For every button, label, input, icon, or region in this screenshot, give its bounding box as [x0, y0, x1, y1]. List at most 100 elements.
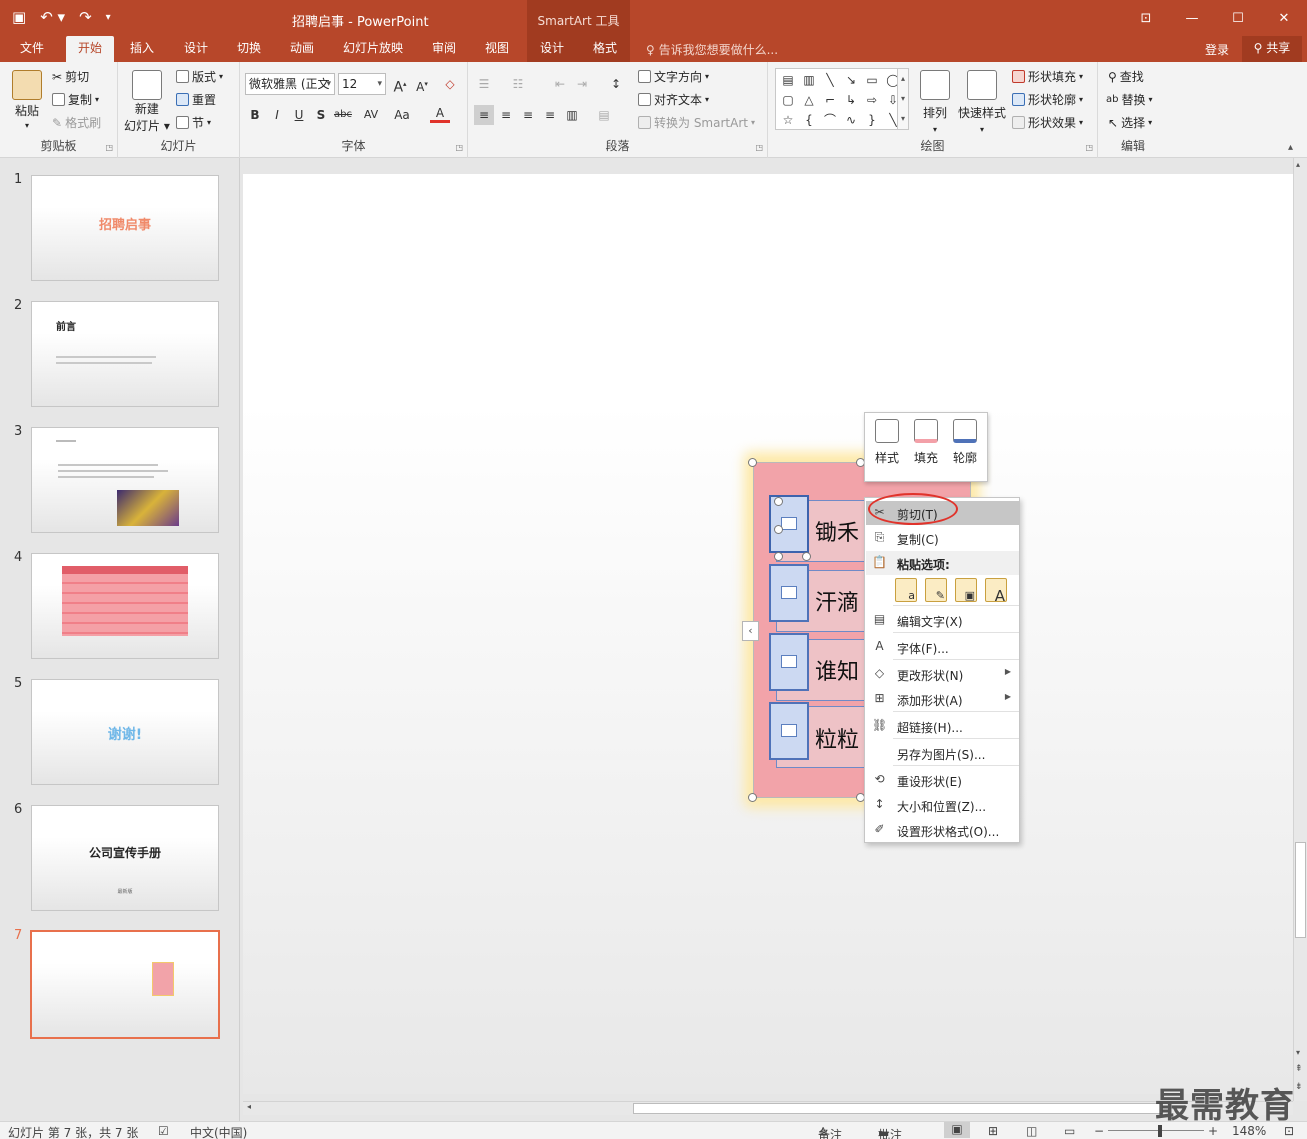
tell-me-box[interactable]: ♀ 告诉我您想要做什么... [646, 41, 778, 58]
tab-smartart-format[interactable]: 格式 [583, 36, 627, 62]
curve-shape-icon[interactable]: ⌒ [820, 111, 840, 130]
menu-item-save-as-picture[interactable]: 另存为图片(S)... [866, 741, 1019, 765]
decrease-indent-icon[interactable]: ⇤ [550, 74, 570, 94]
text-pane-toggle[interactable]: ‹ [742, 621, 759, 641]
convert-smartart-button[interactable]: 转换为 SmartArt ▾ [638, 114, 755, 131]
dialog-launcher-icon[interactable]: ◳ [755, 143, 763, 152]
italic-button[interactable]: I [267, 105, 287, 125]
outline-button[interactable]: 轮廓 [947, 419, 983, 466]
prev-slide-icon[interactable]: ⇞ [1295, 1064, 1303, 1074]
tab-home[interactable]: 开始 [66, 36, 114, 62]
tab-design[interactable]: 设计 [174, 36, 218, 62]
scroll-up-icon[interactable]: ▴ [1296, 160, 1300, 169]
menu-item-size-position[interactable]: ↕ 大小和位置(Z)... [866, 793, 1019, 817]
zoom-out-icon[interactable]: − [1094, 1124, 1104, 1138]
find-button[interactable]: ⚲ 查找 [1108, 68, 1144, 85]
line-spacing-icon[interactable]: ↕ [606, 74, 626, 94]
language-status[interactable]: 中文(中国) [190, 1124, 247, 1139]
tab-slideshow[interactable]: 幻灯片放映 [333, 36, 413, 62]
scroll-left-icon[interactable]: ◂ [247, 1102, 251, 1111]
smartart-picture-placeholder[interactable] [769, 633, 809, 691]
normal-view-icon[interactable]: ▣ [944, 1122, 970, 1138]
brace-left-icon[interactable]: { [799, 111, 819, 130]
align-left-icon[interactable]: ≡ [474, 105, 494, 125]
columns-icon[interactable]: ▤ [594, 105, 614, 125]
reading-view-icon[interactable]: ◫ [1026, 1124, 1037, 1138]
tab-insert[interactable]: 插入 [120, 36, 164, 62]
slide-thumbnail-3[interactable] [31, 427, 219, 533]
smartart-item-text[interactable]: 锄禾 [815, 515, 863, 547]
dialog-launcher-icon[interactable]: ◳ [1085, 143, 1093, 152]
elbow-arrow-icon[interactable]: ↳ [841, 91, 861, 110]
rounded-rect-shape-icon[interactable]: ▢ [778, 91, 798, 110]
login-link[interactable]: 登录 [1205, 41, 1229, 58]
smartart-picture-placeholder[interactable] [769, 702, 809, 760]
menu-item-format-shape[interactable]: ✐ 设置形状格式(O)... [866, 818, 1019, 842]
horizontal-scrollbar[interactable]: ◂ [243, 1101, 1293, 1115]
vertical-textbox-shape-icon[interactable]: ▥ [799, 71, 819, 90]
customize-qat-icon[interactable]: ▾ [106, 12, 111, 23]
paste-button[interactable]: 粘贴 ▾ [12, 70, 42, 130]
slide-thumbnail-4[interactable] [31, 553, 219, 659]
freeform-shape-icon[interactable]: ∿ [841, 111, 861, 130]
menu-item-add-shape[interactable]: ⊞ 添加形状(A) ▶ [866, 687, 1019, 711]
menu-item-edit-text[interactable]: ▤ 编辑文字(X) [866, 608, 1019, 632]
tab-smartart-design[interactable]: 设计 [530, 36, 574, 62]
right-arrow-shape-icon[interactable]: ⇨ [862, 91, 882, 110]
paste-keep-source-icon[interactable]: ✎ [925, 578, 947, 602]
align-center-icon[interactable]: ≡ [496, 105, 516, 125]
underline-button[interactable]: U [289, 105, 309, 125]
resize-handle[interactable] [748, 793, 757, 802]
rectangle-shape-icon[interactable]: ▭ [862, 71, 882, 90]
shape-outline-button[interactable]: 形状轮廓 ▾ [1012, 91, 1083, 108]
smartart-item-text[interactable]: 粒粒 [815, 722, 863, 754]
replace-button[interactable]: ab 替换 ▾ [1106, 91, 1153, 108]
paste-text-only-icon[interactable]: A [985, 578, 1007, 605]
shape-effects-button[interactable]: 形状效果 ▾ [1012, 114, 1083, 131]
bold-button[interactable]: B [245, 105, 265, 125]
star-shape-icon[interactable]: ☆ [778, 111, 798, 130]
shape-fill-button[interactable]: 形状填充 ▾ [1012, 68, 1083, 85]
bullets-icon[interactable]: ☰ [474, 74, 494, 94]
slide-sorter-icon[interactable]: ⊞ [988, 1124, 998, 1138]
font-name-combo[interactable]: 微软雅黑 (正文 ▾ [245, 73, 335, 95]
select-button[interactable]: ↖ 选择 ▾ [1108, 114, 1152, 131]
align-text-button[interactable]: 对齐文本 ▾ [638, 91, 709, 108]
menu-item-hyperlink[interactable]: ⛓ 超链接(H)... [866, 714, 1019, 738]
dialog-launcher-icon[interactable]: ◳ [105, 143, 113, 152]
minimize-icon[interactable]: — [1169, 0, 1215, 36]
resize-handle[interactable] [774, 497, 783, 506]
tab-review[interactable]: 审阅 [422, 36, 466, 62]
scroll-thumb[interactable] [1295, 842, 1306, 938]
tab-file[interactable]: 文件 [10, 36, 54, 62]
justify-icon[interactable]: ≡ [540, 105, 560, 125]
menu-item-change-shape[interactable]: ◇ 更改形状(N) ▶ [866, 662, 1019, 686]
line-shape-icon[interactable]: ╲ [820, 71, 840, 90]
shadow-button[interactable]: S [311, 105, 331, 125]
slide-thumbnail-7[interactable] [30, 930, 220, 1039]
font-color-icon[interactable]: A [430, 105, 450, 123]
layout-button[interactable]: 版式 ▾ [176, 68, 223, 85]
tab-animations[interactable]: 动画 [280, 36, 324, 62]
menu-item-font[interactable]: A 字体(F)... [866, 635, 1019, 659]
fill-button[interactable]: 填充 [908, 419, 944, 466]
zoom-slider[interactable] [1108, 1130, 1204, 1131]
spellcheck-icon[interactable]: ☑ [158, 1124, 169, 1138]
resize-handle[interactable] [774, 525, 783, 534]
numbering-icon[interactable]: ☷ [508, 74, 528, 94]
gallery-scroll[interactable]: ▴ ▾ ▾ [897, 68, 909, 130]
change-case-button[interactable]: Aa [390, 105, 414, 125]
slide-thumbnail-6[interactable]: 公司宣传手册 最新版 [31, 805, 219, 911]
brace-right-icon[interactable]: } [862, 111, 882, 130]
resize-handle[interactable] [802, 552, 811, 561]
smartart-picture-placeholder[interactable] [769, 564, 809, 622]
cut-button[interactable]: ✂ 剪切 [52, 68, 89, 85]
share-button[interactable]: ⚲ 共享 [1242, 36, 1302, 62]
slide-thumbnail-2[interactable]: 前言 [31, 301, 219, 407]
resize-handle[interactable] [748, 458, 757, 467]
tab-view[interactable]: 视图 [475, 36, 519, 62]
undo-icon[interactable]: ↶ ▾ [40, 8, 65, 26]
font-size-combo[interactable]: 12 ▾ [338, 73, 386, 95]
dialog-launcher-icon[interactable]: ◳ [455, 143, 463, 152]
smartart-item-text[interactable]: 谁知 [815, 654, 863, 686]
